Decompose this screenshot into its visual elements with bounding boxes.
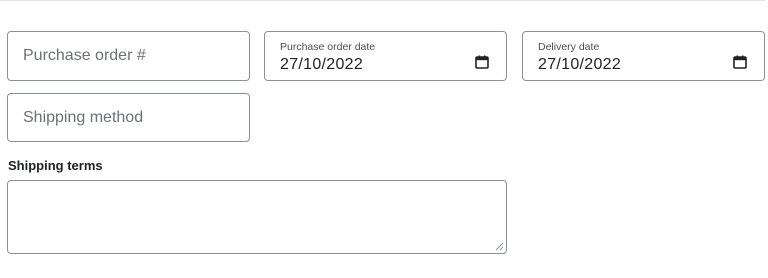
- calendar-icon[interactable]: [475, 55, 489, 69]
- delivery-date-label: Delivery date: [538, 41, 600, 53]
- purchase-order-number-placeholder: Purchase order #: [23, 47, 146, 64]
- top-divider: [0, 0, 765, 1]
- purchase-order-date-value[interactable]: 27/10/2022: [280, 56, 363, 74]
- resize-grip-icon[interactable]: [495, 242, 504, 251]
- calendar-icon[interactable]: [733, 55, 747, 69]
- purchase-order-date-field[interactable]: Purchase order date 27/10/2022: [264, 31, 507, 81]
- delivery-date-field[interactable]: Delivery date 27/10/2022: [522, 31, 765, 81]
- purchase-order-number-field[interactable]: Purchase order #: [7, 31, 250, 81]
- shipping-terms-label: Shipping terms: [8, 158, 103, 173]
- shipping-terms-textarea[interactable]: [7, 180, 507, 254]
- purchase-order-date-label: Purchase order date: [280, 41, 376, 53]
- delivery-date-value[interactable]: 27/10/2022: [538, 56, 621, 74]
- shipping-method-placeholder: Shipping method: [23, 108, 144, 126]
- shipping-method-field[interactable]: Shipping method: [7, 93, 250, 142]
